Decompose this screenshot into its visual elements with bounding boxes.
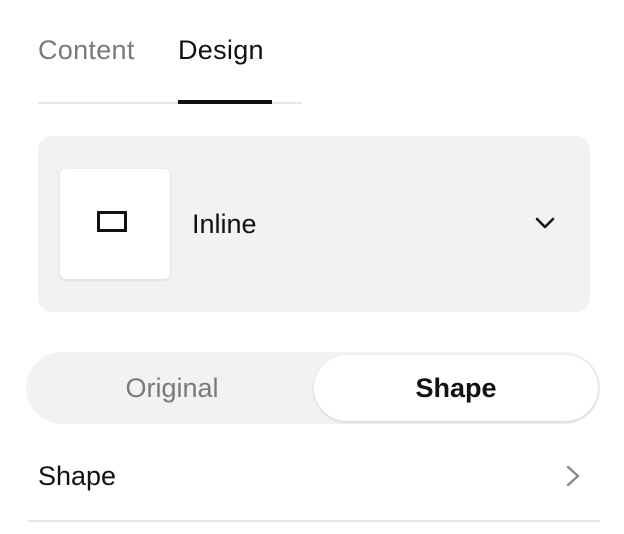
- layout-thumbnail: [60, 169, 170, 279]
- layout-selected-label: Inline: [192, 209, 257, 239]
- rectangle-outline-icon: [97, 211, 127, 232]
- chevron-down-icon[interactable]: [533, 211, 557, 235]
- tab-content[interactable]: Content: [38, 34, 135, 66]
- active-tab-indicator: [178, 100, 272, 104]
- chevron-right-icon: [566, 465, 580, 487]
- design-panel-tabs: Content Design: [38, 28, 302, 104]
- shape-mode-segmented-control: Original Shape: [26, 352, 600, 424]
- segment-original[interactable]: Original: [30, 355, 314, 421]
- shape-row-label: Shape: [38, 461, 117, 491]
- segment-shape[interactable]: Shape: [314, 355, 598, 421]
- tab-design[interactable]: Design: [178, 34, 264, 66]
- shape-settings-row[interactable]: Shape: [28, 440, 600, 522]
- layout-selector[interactable]: Inline: [38, 136, 590, 312]
